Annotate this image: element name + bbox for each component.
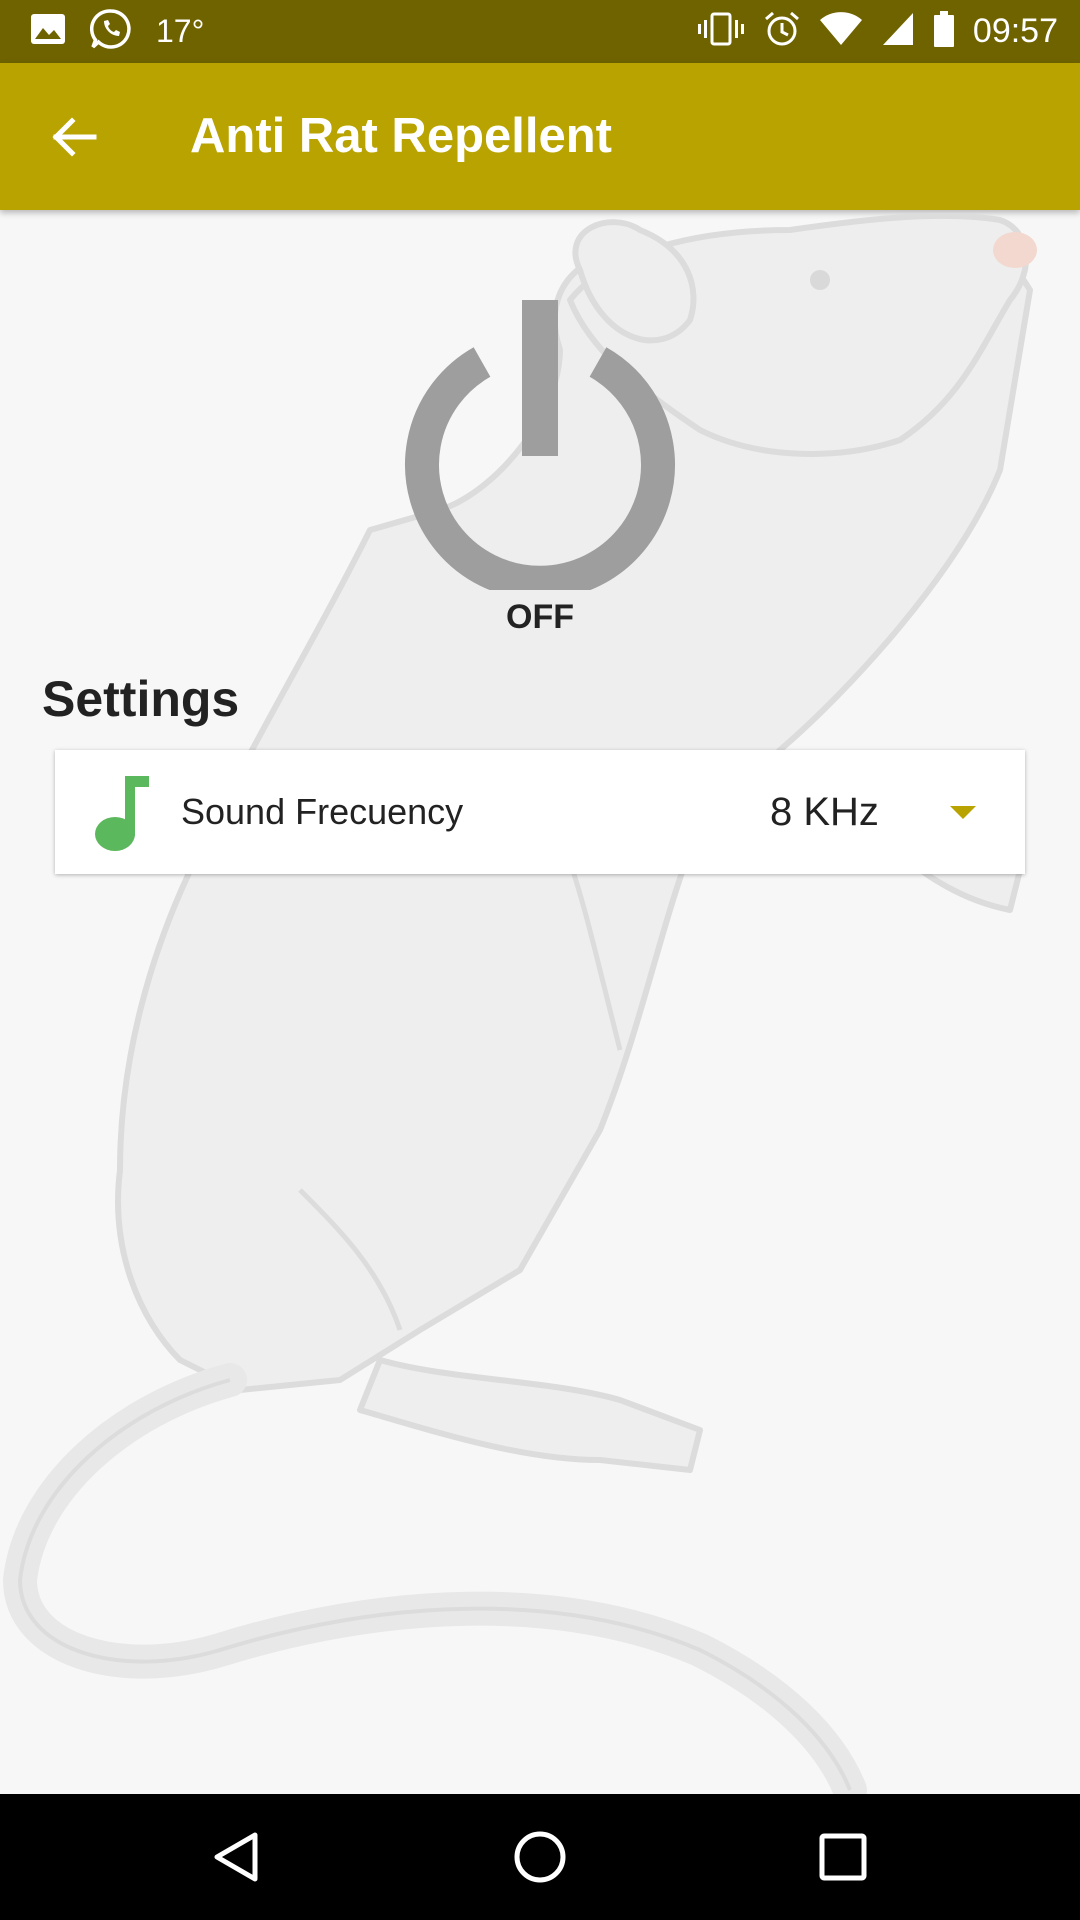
nav-recents-button[interactable] — [806, 1820, 880, 1894]
app-title: Anti Rat Repellent — [190, 109, 612, 163]
temperature-text: 17° — [156, 13, 205, 49]
dropdown-arrow-icon[interactable] — [948, 798, 978, 828]
sound-frequency-label: Sound Frecuency — [181, 791, 464, 832]
navigation-bar — [0, 1794, 1080, 1920]
nav-home-button[interactable] — [503, 1820, 577, 1894]
recents-square-icon — [819, 1833, 867, 1881]
sound-frequency-value[interactable]: 8 KHz — [770, 750, 879, 874]
alarm-icon — [763, 10, 801, 53]
power-button[interactable] — [390, 290, 690, 590]
signal-icon — [881, 11, 915, 52]
battery-icon — [933, 10, 955, 53]
home-circle-icon — [514, 1831, 566, 1883]
sound-frequency-setting[interactable]: Sound Frecuency 8 KHz — [55, 750, 1025, 874]
music-note-icon — [95, 776, 149, 851]
image-icon — [30, 13, 66, 50]
back-button[interactable] — [40, 103, 108, 171]
power-state-label: OFF — [506, 598, 574, 636]
main-content: OFF Settings Sound Frecuency 8 KHz — [0, 210, 1080, 1794]
back-triangle-icon — [214, 1832, 258, 1882]
app-bar: Anti Rat Repellent — [0, 63, 1080, 210]
settings-heading: Settings — [42, 671, 240, 727]
arrow-back-icon — [52, 117, 97, 157]
vibrate-icon — [697, 11, 745, 52]
status-bar: 17° 09:57 — [0, 0, 1080, 63]
wifi-icon — [819, 11, 863, 52]
clock-text: 09:57 — [972, 12, 1058, 50]
whatsapp-icon — [90, 8, 132, 55]
power-icon — [405, 300, 675, 590]
nav-back-button[interactable] — [200, 1820, 274, 1894]
